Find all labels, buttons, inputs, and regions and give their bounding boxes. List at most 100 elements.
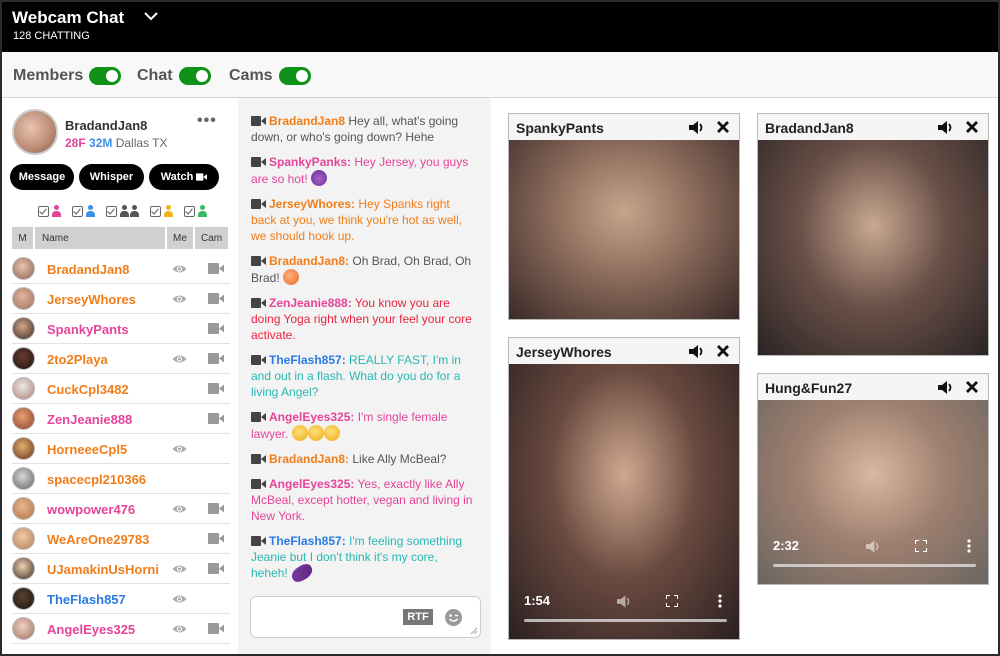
- filter-female[interactable]: [38, 205, 62, 217]
- checkbox[interactable]: [72, 205, 83, 217]
- more-horizontal-icon[interactable]: •••: [197, 112, 217, 130]
- video-camera-icon[interactable]: [208, 323, 224, 334]
- checkbox[interactable]: [106, 205, 117, 217]
- fullscreen-icon[interactable]: [915, 540, 927, 552]
- col-me[interactable]: Me: [167, 227, 193, 249]
- member-row[interactable]: 2to2Playa: [12, 344, 230, 374]
- speaker-icon[interactable]: [689, 121, 704, 134]
- video-camera-icon[interactable]: [251, 256, 266, 266]
- speaker-icon[interactable]: [938, 121, 953, 134]
- message-username[interactable]: SpankyPanks:: [269, 155, 351, 169]
- toggle-cams[interactable]: Cams: [229, 67, 311, 85]
- video-camera-icon[interactable]: [251, 454, 266, 464]
- video-camera-icon[interactable]: [251, 116, 266, 126]
- video-progress-bar[interactable]: [524, 619, 727, 622]
- eye-icon[interactable]: [172, 294, 187, 304]
- eye-icon[interactable]: [172, 444, 187, 454]
- member-name[interactable]: BradandJan8: [47, 262, 129, 277]
- video-camera-icon[interactable]: [251, 536, 266, 546]
- member-name[interactable]: CuckCpl3482: [47, 382, 129, 397]
- member-avatar[interactable]: [12, 467, 35, 490]
- member-avatar[interactable]: [12, 407, 35, 430]
- eye-icon[interactable]: [172, 504, 187, 514]
- member-row[interactable]: spacecpl210366: [12, 464, 230, 494]
- toggle-chat[interactable]: Chat: [137, 67, 211, 85]
- eye-icon[interactable]: [172, 564, 187, 574]
- smiley-icon[interactable]: [445, 609, 462, 626]
- message-username[interactable]: TheFlash857:: [269, 534, 346, 548]
- cam-video-feed[interactable]: [509, 140, 739, 319]
- video-camera-icon[interactable]: [251, 479, 266, 489]
- member-name[interactable]: UJamakinUsHorni: [47, 562, 159, 577]
- message-username[interactable]: AngelEyes325:: [269, 477, 354, 491]
- rtf-button[interactable]: RTF: [403, 609, 433, 625]
- more-vertical-icon[interactable]: [967, 539, 971, 553]
- member-row[interactable]: JerseyWhores: [12, 284, 230, 314]
- eye-icon[interactable]: [172, 354, 187, 364]
- member-row[interactable]: SpankyPants: [12, 314, 230, 344]
- cam-window[interactable]: Hung&Fun27 2:32: [757, 373, 989, 585]
- close-icon[interactable]: [716, 344, 730, 358]
- message-username[interactable]: ZenJeanie888:: [269, 296, 352, 310]
- member-name[interactable]: JerseyWhores: [47, 292, 136, 307]
- member-name[interactable]: spacecpl210366: [47, 472, 146, 487]
- member-name[interactable]: ZenJeanie888: [47, 412, 132, 427]
- watch-button[interactable]: Watch: [149, 164, 219, 190]
- cam-video-feed[interactable]: 2:32: [758, 400, 988, 584]
- volume-icon[interactable]: [617, 595, 631, 608]
- member-avatar[interactable]: [12, 317, 35, 340]
- toggle-switch[interactable]: [278, 67, 311, 85]
- message-username[interactable]: BradandJan8:: [269, 254, 349, 268]
- video-camera-icon[interactable]: [208, 293, 224, 304]
- video-camera-icon[interactable]: [208, 623, 224, 634]
- video-camera-icon[interactable]: [251, 355, 266, 365]
- video-progress-bar[interactable]: [773, 564, 976, 567]
- volume-icon[interactable]: [866, 540, 880, 553]
- cam-window[interactable]: SpankyPants: [508, 113, 740, 320]
- video-camera-icon[interactable]: [208, 383, 224, 394]
- video-camera-icon[interactable]: [208, 263, 224, 274]
- cam-window[interactable]: JerseyWhores 1:54: [508, 337, 740, 640]
- video-camera-icon[interactable]: [208, 533, 224, 544]
- member-avatar[interactable]: [12, 557, 35, 580]
- member-row[interactable]: TheFlash857: [12, 584, 230, 614]
- filter-male[interactable]: [72, 205, 96, 217]
- col-cam[interactable]: Cam: [195, 227, 228, 249]
- speaker-icon[interactable]: [689, 345, 704, 358]
- cam-titlebar[interactable]: BradandJan8: [758, 114, 988, 141]
- member-name[interactable]: AngelEyes325: [47, 622, 135, 637]
- video-camera-icon[interactable]: [251, 157, 266, 167]
- checkbox[interactable]: [150, 205, 161, 217]
- message-username[interactable]: BradandJan8:: [269, 452, 349, 466]
- toggle-switch[interactable]: [89, 67, 122, 85]
- cam-video-feed[interactable]: 1:54: [509, 364, 739, 639]
- eye-icon[interactable]: [172, 624, 187, 634]
- close-icon[interactable]: [965, 120, 979, 134]
- video-camera-icon[interactable]: [208, 563, 224, 574]
- close-icon[interactable]: [965, 380, 979, 394]
- toggle-members[interactable]: Members: [13, 67, 122, 85]
- close-icon[interactable]: [716, 120, 730, 134]
- chat-input[interactable]: RTF: [250, 596, 481, 638]
- member-name[interactable]: HorneeeCpl5: [47, 442, 127, 457]
- chevron-down-icon[interactable]: [143, 10, 159, 22]
- video-camera-icon[interactable]: [251, 298, 266, 308]
- filter-couple[interactable]: [106, 205, 140, 217]
- toggle-switch[interactable]: [178, 67, 211, 85]
- member-avatar[interactable]: [12, 437, 35, 460]
- message-username[interactable]: JerseyWhores:: [269, 197, 355, 211]
- member-avatar[interactable]: [12, 527, 35, 550]
- member-avatar[interactable]: [12, 257, 35, 280]
- video-camera-icon[interactable]: [208, 413, 224, 424]
- checkbox[interactable]: [38, 205, 49, 217]
- member-name[interactable]: TheFlash857: [47, 592, 126, 607]
- video-camera-icon[interactable]: [251, 199, 266, 209]
- cam-video-feed[interactable]: [758, 140, 988, 355]
- cam-titlebar[interactable]: SpankyPants: [509, 114, 739, 141]
- fullscreen-icon[interactable]: [666, 595, 678, 607]
- member-avatar[interactable]: [12, 617, 35, 640]
- member-avatar[interactable]: [12, 497, 35, 520]
- message-button[interactable]: Message: [10, 164, 74, 190]
- checkbox[interactable]: [184, 205, 195, 217]
- profile-avatar[interactable]: [12, 109, 58, 155]
